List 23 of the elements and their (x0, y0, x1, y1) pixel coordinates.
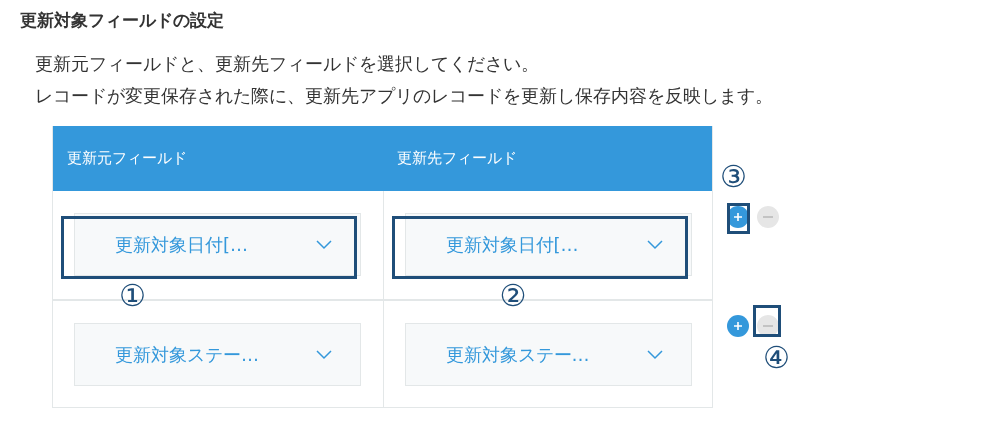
description-text: レコードが変更保存された際に、更新先アプリのレコードを更新し保存内容を反映します。 (35, 84, 774, 108)
field-dropdown[interactable]: 更新対象ステー… (74, 323, 361, 386)
section-title: 更新対象フィールドの設定 (20, 9, 225, 32)
description-text: 更新元フィールドと、更新先フィールドを選択してください。 (35, 52, 540, 76)
chevron-down-icon (646, 349, 663, 360)
callout-number: ① (119, 279, 146, 313)
minus-icon (763, 324, 773, 328)
chevron-down-icon (316, 349, 332, 360)
chevron-down-icon (646, 239, 663, 250)
callout-number: ④ (763, 341, 790, 375)
plus-icon (733, 321, 743, 331)
column-header: 更新元フィールド (67, 149, 187, 168)
field-dropdown[interactable]: 更新対象日付[… (404, 213, 692, 276)
callout-number: ② (499, 279, 527, 313)
minus-icon (763, 215, 773, 219)
field-dropdown[interactable]: 更新対象日付[… (74, 213, 361, 276)
chevron-down-icon (316, 239, 332, 250)
highlight-frame (753, 305, 781, 337)
highlight-frame (727, 203, 750, 234)
plus-icon (733, 212, 743, 222)
field-dropdown[interactable]: 更新対象ステー… (404, 323, 692, 386)
column-header: 更新先フィールド (396, 149, 517, 168)
callout-number: ③ (720, 160, 747, 194)
